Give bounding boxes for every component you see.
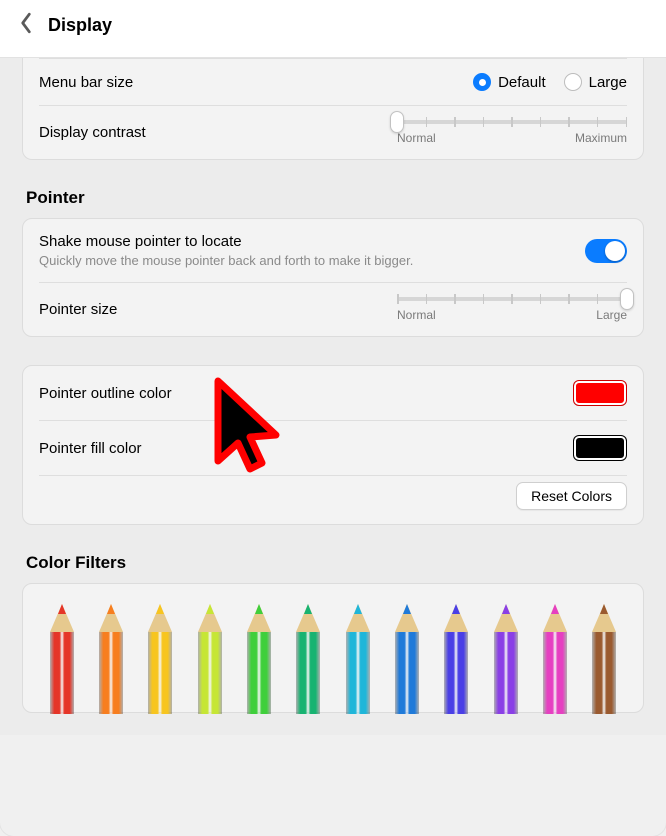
pointer-outline-swatch[interactable]	[573, 380, 627, 406]
pencil-icon	[481, 604, 530, 714]
shake-label: Shake mouse pointer to locate	[39, 233, 413, 250]
pencil-icon	[432, 604, 481, 714]
pointer-panel-2: Pointer outline color Pointer fill color…	[22, 365, 644, 525]
radio-large[interactable]: Large	[564, 73, 627, 91]
pencil-icon	[382, 604, 431, 714]
menu-bar-size-radio-group: Default Large	[473, 73, 627, 91]
pencil-icon	[580, 604, 629, 714]
radio-label: Default	[498, 74, 546, 91]
pencil-icon	[136, 604, 185, 714]
pencil-icon	[86, 604, 135, 714]
page-title: Display	[48, 15, 112, 36]
pointer-outline-row: Pointer outline color	[39, 366, 627, 420]
header: Display	[0, 0, 666, 58]
content: Menu bar size Default Large Display cont…	[0, 58, 666, 735]
shake-toggle[interactable]	[585, 239, 627, 263]
menu-bar-size-row: Menu bar size Default Large	[39, 58, 627, 105]
slider-min-label: Normal	[397, 308, 436, 322]
radio-default[interactable]: Default	[473, 73, 546, 91]
display-contrast-row: Display contrast Normal Maximum	[39, 105, 627, 159]
radio-label: Large	[589, 74, 627, 91]
pencil-icon	[530, 604, 579, 714]
pointer-size-row: Pointer size Normal Large	[39, 282, 627, 336]
slider-min-label: Normal	[397, 131, 436, 145]
pencil-icon	[234, 604, 283, 714]
radio-icon	[564, 73, 582, 91]
pencil-icon	[333, 604, 382, 714]
shake-desc: Quickly move the mouse pointer back and …	[39, 253, 413, 268]
pencil-icon	[185, 604, 234, 714]
pointer-fill-label: Pointer fill color	[39, 440, 142, 457]
pointer-outline-label: Pointer outline color	[39, 385, 172, 402]
display-contrast-slider[interactable]: Normal Maximum	[397, 120, 627, 145]
shake-row: Shake mouse pointer to locate Quickly mo…	[39, 219, 627, 282]
pointer-fill-swatch[interactable]	[573, 435, 627, 461]
pointer-size-label: Pointer size	[39, 301, 117, 318]
display-contrast-label: Display contrast	[39, 124, 146, 141]
display-panel: Menu bar size Default Large Display cont…	[22, 58, 644, 160]
back-chevron-icon[interactable]	[18, 12, 34, 39]
pointer-size-slider[interactable]: Normal Large	[397, 297, 627, 322]
pencils-row	[31, 594, 635, 714]
pointer-section-title: Pointer	[26, 188, 640, 208]
reset-colors-row: Reset Colors	[39, 475, 627, 524]
color-filters-title: Color Filters	[26, 553, 640, 573]
slider-max-label: Maximum	[575, 131, 627, 145]
slider-max-label: Large	[596, 308, 627, 322]
menu-bar-size-label: Menu bar size	[39, 74, 133, 91]
color-filters-panel	[22, 583, 644, 713]
reset-colors-button[interactable]: Reset Colors	[516, 482, 627, 510]
radio-icon	[473, 73, 491, 91]
pointer-fill-row: Pointer fill color	[39, 420, 627, 475]
pencil-icon	[37, 604, 86, 714]
pointer-panel-1: Shake mouse pointer to locate Quickly mo…	[22, 218, 644, 337]
pencil-icon	[284, 604, 333, 714]
